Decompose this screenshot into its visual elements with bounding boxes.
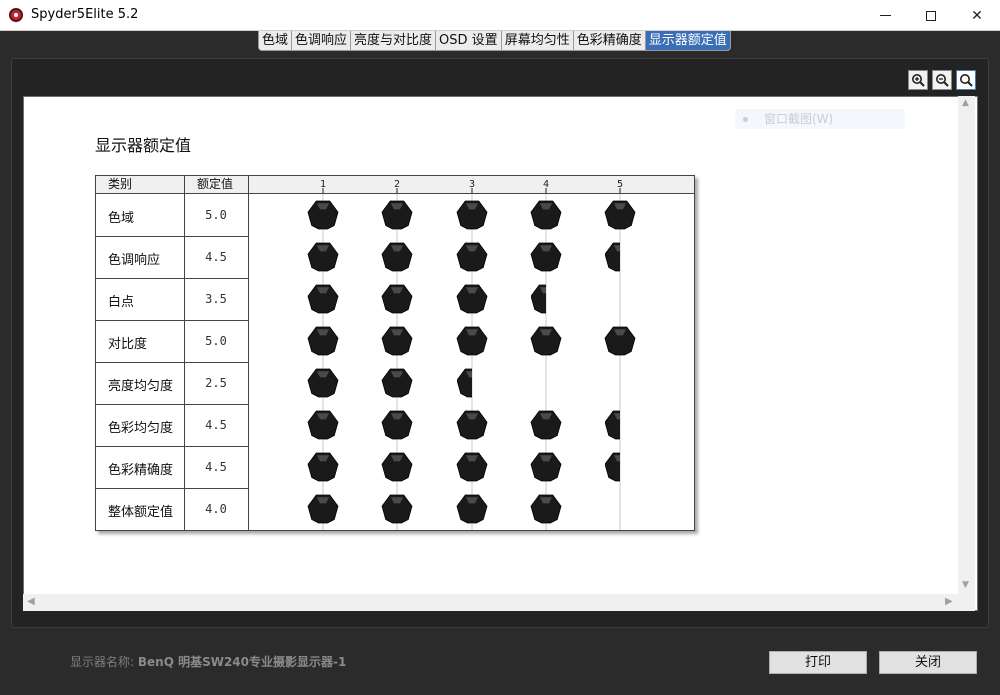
row-value: 3.5	[205, 292, 227, 306]
minimize-button[interactable]	[862, 0, 908, 31]
row-value: 4.5	[205, 418, 227, 432]
zoom-in-icon	[912, 74, 925, 87]
row-divider	[96, 320, 248, 321]
window-screenshot-hint[interactable]: 窗口截图(W)	[735, 109, 905, 129]
tab-display-rating[interactable]: 显示器额定值	[645, 31, 730, 50]
spyder-app-icon	[9, 8, 23, 22]
row-category: 亮度均匀度	[108, 379, 174, 394]
row-value: 5.0	[205, 334, 227, 348]
scroll-left-icon[interactable]: ◀	[27, 596, 35, 607]
display-name-label: 显示器名称:	[70, 655, 135, 669]
close-icon: ✕	[971, 7, 983, 24]
column-divider	[184, 176, 185, 530]
row-divider	[96, 488, 248, 489]
minimize-icon	[879, 15, 891, 16]
row-divider	[96, 404, 248, 405]
zoom-fit-icon	[960, 74, 973, 87]
row-divider	[96, 362, 248, 363]
tab-brightness-contrast[interactable]: 亮度与对比度	[351, 31, 437, 50]
horizontal-scrollbar[interactable]: ◀ ▶	[23, 594, 958, 611]
zoom-out-icon	[936, 74, 949, 87]
header-value: 额定值	[197, 177, 234, 191]
row-divider	[96, 278, 248, 279]
zoom-out-button[interactable]	[932, 70, 952, 90]
maximize-button[interactable]	[908, 0, 954, 31]
rating-table: 类别 额定值 色域 5.0 色调响应 4.5 白点 3.5 对比度 5.0 亮度…	[95, 175, 695, 531]
scroll-corner	[958, 594, 975, 611]
tab-gamut[interactable]: 色域	[259, 31, 293, 50]
row-category: 白点	[108, 295, 135, 310]
header-category: 类别	[108, 177, 133, 191]
scroll-up-icon[interactable]: ▲	[962, 98, 969, 108]
display-name-value: BenQ 明基SW240专业摄影显示器-1	[137, 655, 347, 669]
zoom-fit-button[interactable]	[956, 70, 976, 90]
rating-chart: 12345	[307, 179, 636, 530]
row-category: 色调响应	[108, 253, 161, 268]
close-window-button[interactable]: ✕	[954, 0, 1000, 31]
row-category: 色彩均匀度	[108, 421, 174, 436]
row-category: 对比度	[108, 337, 148, 352]
row-divider	[96, 236, 248, 237]
tab-bar: 色域 色调响应 亮度与对比度 OSD 设置 屏幕均匀性 色彩精确度 显示器额定值	[258, 31, 731, 51]
row-value: 2.5	[205, 376, 227, 390]
row-category: 色域	[108, 211, 135, 226]
row-value: 4.5	[205, 250, 227, 264]
tab-osd-settings[interactable]: OSD 设置	[436, 31, 502, 50]
window-screenshot-label: 窗口截图(W)	[764, 112, 834, 126]
row-category: 色彩精确度	[108, 463, 174, 478]
row-divider	[96, 446, 248, 447]
row-category: 整体额定值	[108, 505, 174, 520]
scroll-right-icon[interactable]: ▶	[945, 596, 953, 607]
report-title: 显示器额定值	[95, 136, 192, 155]
tab-screen-uniformity[interactable]: 屏幕均匀性	[501, 31, 574, 50]
bullet-icon	[743, 117, 748, 122]
vertical-scrollbar[interactable]: ▲ ▼	[958, 96, 975, 594]
display-name: 显示器名称: BenQ 明基SW240专业摄影显示器-1	[70, 653, 346, 670]
row-value: 4.0	[205, 502, 227, 516]
row-value: 5.0	[205, 208, 227, 222]
scroll-down-icon[interactable]: ▼	[962, 580, 969, 590]
row-value: 4.5	[205, 460, 227, 474]
title-bar: Spyder5Elite 5.2 ✕	[0, 0, 1000, 31]
tab-tone-response[interactable]: 色调响应	[292, 31, 352, 50]
print-button[interactable]: 打印	[769, 651, 867, 674]
zoom-in-button[interactable]	[908, 70, 928, 90]
close-button[interactable]: 关闭	[879, 651, 977, 674]
tab-color-accuracy[interactable]: 色彩精确度	[573, 31, 646, 50]
maximize-icon	[926, 10, 936, 21]
window-title: Spyder5Elite 5.2	[31, 7, 139, 22]
